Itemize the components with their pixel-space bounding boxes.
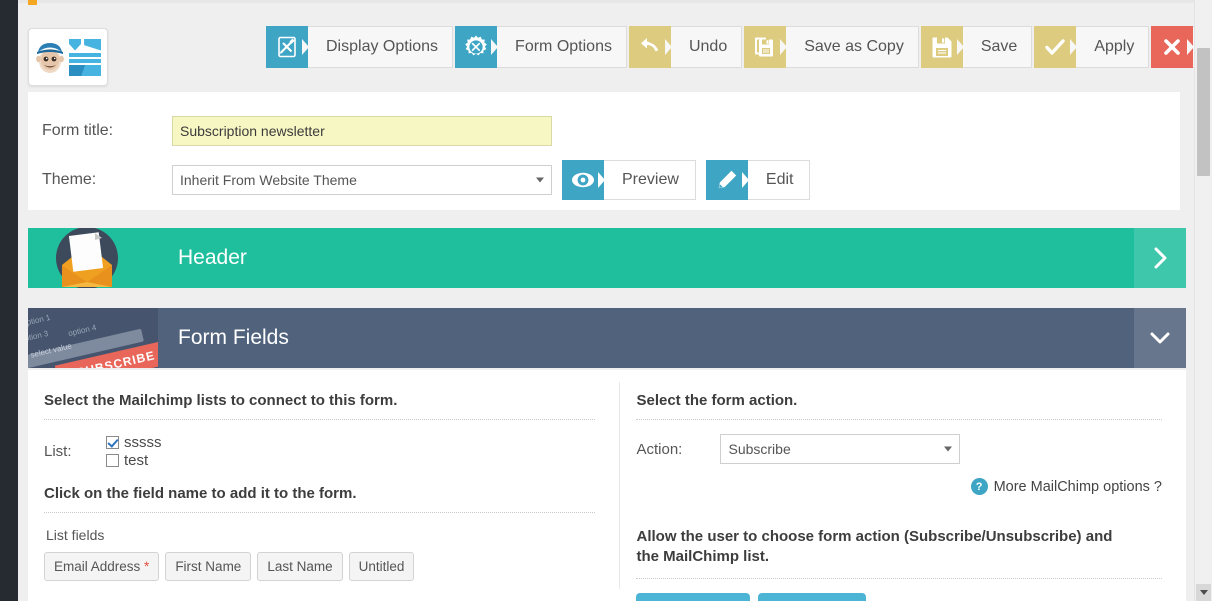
action-lead-text: Select the form action.: [636, 392, 1162, 409]
app-root: Display Options Form Options: [0, 0, 1212, 601]
save-button[interactable]: Save: [921, 26, 1032, 68]
action-select-value: Subscribe: [728, 441, 790, 457]
floppy-disk-icon: [921, 26, 963, 68]
logo-bars: [69, 39, 101, 76]
form-options-button[interactable]: Form Options: [455, 26, 627, 68]
save-copy-icon: [744, 26, 786, 68]
display-options-label: Display Options: [308, 26, 453, 68]
list-item-sssss[interactable]: sssss: [106, 434, 162, 451]
thumb-option-3: option 3: [28, 329, 49, 344]
orange-tab-marker: [28, 0, 37, 5]
action-row: Action: Subscribe: [636, 434, 1162, 464]
form-fields-panel: Select the Mailchimp lists to connect to…: [28, 370, 1186, 601]
eye-icon: [562, 160, 604, 200]
click-field-hint: Click on the field name to add it to the…: [44, 485, 595, 502]
scrollbar-thumb[interactable]: [1197, 48, 1210, 176]
add-buttons-group: + Form Action + List Choice: [636, 593, 1162, 601]
more-mailchimp-options-link[interactable]: ? More MailChimp options ?: [636, 478, 1162, 495]
field-pill-label: Email Address: [54, 559, 140, 574]
field-pill-last-name[interactable]: Last Name: [257, 552, 342, 581]
undo-label: Undo: [671, 26, 742, 68]
apply-button[interactable]: Apply: [1034, 26, 1149, 68]
action-panel: Select the form action. Action: Subscrib…: [620, 370, 1186, 601]
divider: [44, 512, 595, 513]
section-form-fields[interactable]: option 1 option 3 option 4 select value …: [28, 308, 1186, 368]
mailchimp-logo: [28, 28, 108, 86]
theme-label: Theme:: [42, 171, 172, 189]
form-title-label: Form title:: [42, 122, 172, 140]
save-label: Save: [963, 26, 1032, 68]
form-options-label: Form Options: [497, 26, 627, 68]
field-pill-untitled[interactable]: Untitled: [349, 552, 415, 581]
toolbar-button-group: Display Options Form Options: [266, 26, 1212, 68]
field-pill-first-name[interactable]: First Name: [165, 552, 251, 581]
theme-row: Theme: Inherit From Website Theme Previe…: [42, 160, 810, 200]
field-pill-email-address[interactable]: Email Address *: [44, 552, 159, 581]
edit-button[interactable]: Edit: [706, 160, 811, 200]
save-as-copy-label: Save as Copy: [786, 26, 919, 68]
lists-lead-text: Select the Mailchimp lists to connect to…: [44, 392, 595, 409]
vertical-scrollbar[interactable]: [1194, 0, 1212, 601]
edit-label: Edit: [748, 160, 811, 200]
thumb-option-4: option 4: [67, 323, 97, 338]
preview-label: Preview: [604, 160, 696, 200]
save-as-copy-button[interactable]: Save as Copy: [744, 26, 919, 68]
form-title-row: Form title:: [42, 116, 552, 146]
freddie-monkey-icon: [35, 40, 65, 74]
form-fields-section-title: Form Fields: [158, 326, 1134, 350]
left-edge-rail: [0, 0, 18, 601]
list-item-sssss-label: sssss: [124, 434, 162, 451]
more-mailchimp-options-label: More MailChimp options ?: [994, 479, 1162, 495]
header-section-title: Header: [158, 246, 1134, 270]
action-label: Action:: [636, 441, 720, 458]
lists-panel: Select the Mailchimp lists to connect to…: [28, 370, 619, 601]
undo-arrow-icon: [629, 26, 671, 68]
add-form-action-button[interactable]: + Form Action: [636, 593, 749, 601]
chevron-right-icon[interactable]: [1134, 228, 1186, 288]
allow-user-choice-text: Allow the user to choose form action (Su…: [636, 527, 1126, 568]
list-selection-row: List: sssss test: [44, 434, 595, 469]
cross-icon: [1151, 26, 1193, 68]
form-title-input[interactable]: [172, 116, 552, 146]
apply-label: Apply: [1076, 26, 1149, 68]
checkbox-sssss[interactable]: [106, 436, 119, 449]
required-marker: *: [140, 559, 149, 574]
theme-select-wrap: Inherit From Website Theme: [172, 165, 552, 195]
section-header[interactable]: Header: [28, 228, 1186, 288]
theme-select-value: Inherit From Website Theme: [180, 172, 357, 188]
header-thumbnail: [28, 228, 158, 288]
divider: [636, 419, 1162, 420]
theme-select[interactable]: Inherit From Website Theme: [172, 165, 552, 195]
divider: [636, 578, 1162, 579]
checkbox-test[interactable]: [106, 454, 119, 467]
editor-toolbar: Display Options Form Options: [18, 3, 1195, 89]
thumb-option-1: option 1: [28, 313, 51, 328]
tablet-tools-icon: [266, 26, 308, 68]
form-settings-card: Form title: Theme: Inherit From Website …: [28, 92, 1180, 210]
action-select[interactable]: Subscribe: [720, 434, 960, 464]
gear-tools-icon: [455, 26, 497, 68]
list-label: List:: [44, 434, 106, 460]
pencil-icon: [706, 160, 748, 200]
checkmark-icon: [1034, 26, 1076, 68]
triangle-down-icon: [1200, 590, 1208, 595]
display-options-button[interactable]: Display Options: [266, 26, 453, 68]
list-checkbox-group: sssss test: [106, 434, 162, 469]
scroll-down-button[interactable]: [1196, 584, 1211, 601]
chevron-down-section-icon[interactable]: [1134, 308, 1186, 368]
action-select-wrap: Subscribe: [720, 434, 960, 464]
preview-button[interactable]: Preview: [562, 160, 696, 200]
question-mark-icon: ?: [971, 478, 988, 495]
list-fields-label: List fields: [46, 527, 595, 543]
list-item-test-label: test: [124, 452, 148, 469]
undo-button[interactable]: Undo: [629, 26, 742, 68]
add-list-choice-button[interactable]: + List Choice: [758, 593, 866, 601]
list-fields-pills: Email Address * First Name Last Name Unt…: [44, 552, 595, 581]
envelope-icon: [54, 228, 120, 288]
divider: [44, 419, 595, 420]
form-fields-thumbnail: option 1 option 3 option 4 select value …: [28, 308, 158, 368]
list-item-test[interactable]: test: [106, 452, 162, 469]
top-hairline: [18, 0, 1196, 3]
